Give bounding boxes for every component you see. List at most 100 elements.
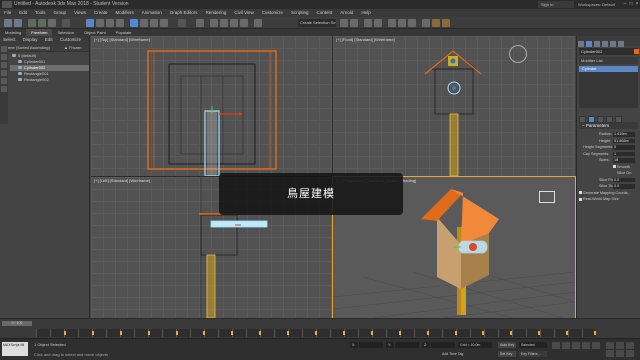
menu-tools[interactable]: Tools: [31, 9, 50, 17]
select-object-icon[interactable]: [86, 19, 94, 27]
display-none-icon[interactable]: [1, 46, 7, 52]
y-coordinate-field[interactable]: [395, 342, 419, 348]
tree-item-rectangle002[interactable]: Rectangle002: [10, 77, 89, 83]
layer-icon[interactable]: [364, 19, 372, 27]
height-spinner[interactable]: 51.868m: [613, 138, 635, 143]
menu-animation[interactable]: Animation: [138, 9, 166, 17]
go-to-start-icon[interactable]: [552, 342, 560, 349]
zoom-icon[interactable]: [606, 342, 614, 349]
add-time-tag-button[interactable]: Add Time Tag: [440, 351, 474, 357]
menu-edit[interactable]: Edit: [15, 9, 31, 17]
explorer-menu-customize[interactable]: Customize: [57, 37, 84, 42]
slice-from-spinner[interactable]: 0.0: [613, 177, 635, 182]
menu-graph-editors[interactable]: Graph Editors: [166, 9, 202, 17]
cap-segments-spinner[interactable]: 1: [613, 151, 635, 156]
unlink-icon[interactable]: [38, 19, 46, 27]
stack-item-cylinder[interactable]: Cylinder: [579, 66, 638, 72]
rotate-icon[interactable]: [140, 19, 148, 27]
hierarchy-tab-icon[interactable]: [594, 41, 600, 47]
menu-group[interactable]: Group: [50, 9, 71, 17]
z-coordinate-field[interactable]: [431, 342, 455, 348]
tab-freeform[interactable]: Freeform: [26, 29, 53, 36]
menu-arnold[interactable]: Arnold: [336, 9, 357, 17]
angle-snap-icon[interactable]: [220, 19, 228, 27]
x-coordinate-field[interactable]: [359, 342, 383, 348]
configure-sets-icon[interactable]: [615, 116, 622, 123]
motion-tab-icon[interactable]: [602, 41, 608, 47]
move-icon[interactable]: [130, 19, 138, 27]
display-shapes-icon[interactable]: [1, 62, 7, 68]
tab-modeling[interactable]: Modeling: [0, 29, 26, 36]
time-slider[interactable]: 0 / 100: [2, 321, 32, 326]
modifier-list-dropdown[interactable]: Modifier List: [579, 57, 638, 64]
eye-icon[interactable]: [18, 66, 22, 69]
menu-civil-view[interactable]: Civil View: [230, 9, 257, 17]
tab-populate[interactable]: Populate: [111, 29, 137, 36]
display-helpers-icon[interactable]: [1, 86, 7, 92]
fov-icon[interactable]: [606, 350, 614, 357]
object-name-field[interactable]: Cylinder002: [579, 48, 639, 55]
menu-help[interactable]: Help: [357, 9, 374, 17]
display-geometry-icon[interactable]: [1, 54, 7, 60]
material-editor-icon[interactable]: [408, 19, 416, 27]
explorer-header[interactable]: Name (Sorted Ascending) ▲ Frozen: [0, 44, 89, 52]
create-tab-icon[interactable]: [578, 41, 584, 47]
sides-spinner[interactable]: 18: [613, 158, 635, 163]
graphite-icon[interactable]: [374, 19, 382, 27]
tab-selection[interactable]: Selection: [52, 29, 78, 36]
viewcube-icon[interactable]: [509, 45, 527, 63]
menu-content[interactable]: Content: [313, 9, 337, 17]
viewcube-icon[interactable]: [539, 191, 555, 203]
schematic-icon[interactable]: [398, 19, 406, 27]
link-icon[interactable]: [28, 19, 36, 27]
close-icon[interactable]: ×: [634, 1, 640, 7]
maximize-viewport-icon[interactable]: [626, 350, 634, 357]
explorer-menu-edit[interactable]: Edit: [42, 37, 56, 42]
auto-key-button[interactable]: Auto Key: [498, 342, 516, 348]
scale-icon[interactable]: [150, 19, 158, 27]
place-icon[interactable]: [160, 19, 168, 27]
selection-filter-icon[interactable]: [62, 19, 70, 27]
eye-icon[interactable]: [18, 78, 22, 81]
set-key-button[interactable]: Set Key: [498, 351, 516, 357]
menu-scripting[interactable]: Scripting: [287, 9, 313, 17]
display-cameras-icon[interactable]: [1, 78, 7, 84]
radius-spinner[interactable]: 1.419m: [613, 132, 635, 137]
menu-create[interactable]: Create: [90, 9, 112, 17]
ref-coord-icon[interactable]: [178, 19, 186, 27]
modify-tab-icon[interactable]: [586, 41, 592, 47]
undo-icon[interactable]: [4, 19, 12, 27]
redo-icon[interactable]: [14, 19, 22, 27]
viewport-top[interactable]: [+] [Top] [Standard] [Wireframe]: [91, 36, 332, 176]
quick-access-icons[interactable]: [2, 1, 12, 8]
edit-named-sel-icon[interactable]: [254, 19, 262, 27]
pivot-icon[interactable]: [196, 19, 204, 27]
selected-dropdown[interactable]: Selected: [519, 342, 547, 348]
eye-icon[interactable]: [18, 60, 22, 63]
viewport-front[interactable]: [+] [Front] [Standard] [Wireframe]: [333, 36, 575, 176]
key-filters-button[interactable]: Key Filters...: [519, 351, 547, 357]
select-by-name-icon[interactable]: [96, 19, 104, 27]
object-color-swatch[interactable]: [634, 49, 639, 54]
eye-icon[interactable]: [18, 72, 22, 75]
slice-to-spinner[interactable]: 0.0: [613, 184, 635, 189]
maxscript-listener[interactable]: MAXScript Mi: [2, 342, 28, 356]
bind-space-warp-icon[interactable]: [48, 19, 56, 27]
go-to-end-icon[interactable]: [592, 342, 600, 349]
workspace-selector[interactable]: Workspaces: Default: [578, 1, 618, 8]
spinner-snap-icon[interactable]: [240, 19, 248, 27]
render-frame-icon[interactable]: [432, 19, 440, 27]
display-tab-icon[interactable]: [610, 41, 616, 47]
display-lights-icon[interactable]: [1, 70, 7, 76]
rect-region-icon[interactable]: [106, 19, 114, 27]
menu-views[interactable]: Views: [70, 9, 90, 17]
menu-modifiers[interactable]: Modifiers: [112, 9, 138, 17]
menu-file[interactable]: File: [0, 9, 15, 17]
orbit-icon[interactable]: [626, 342, 634, 349]
tab-object-paint[interactable]: Object Paint: [79, 29, 111, 36]
column-name-header[interactable]: Name (Sorted Ascending): [4, 45, 50, 50]
height-segments-spinner[interactable]: 5: [613, 145, 635, 150]
explorer-menu-display[interactable]: Display: [20, 37, 41, 42]
render-icon[interactable]: [442, 19, 450, 27]
utilities-tab-icon[interactable]: [618, 41, 624, 47]
